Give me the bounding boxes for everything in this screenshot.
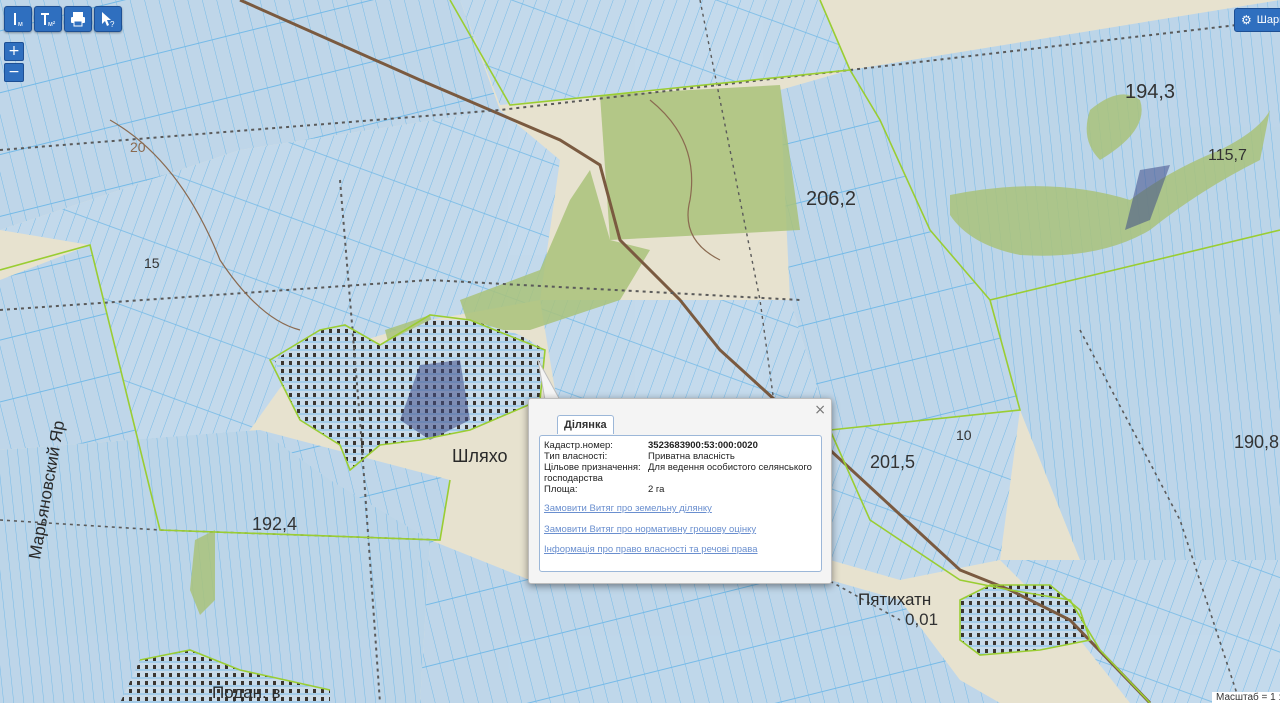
map-canvas[interactable]: 194,3 206,2 115,7 201,5 192,4 190,8 0,01… — [0, 0, 1280, 703]
label-village-1: Шляхо — [452, 446, 508, 466]
info-row: Кадастр.номер: 3523683900:53:000:0020 — [544, 440, 816, 451]
print-icon[interactable] — [64, 6, 92, 32]
measure-line-icon[interactable]: м — [4, 6, 32, 32]
close-icon[interactable]: × — [814, 402, 826, 418]
parcel-info-table: Кадастр.номер: 3523683900:53:000:0020 Ти… — [544, 440, 816, 495]
label-elev-2062: 206,2 — [806, 188, 856, 210]
label-contour-10: 10 — [956, 427, 972, 443]
layers-button-label: Шари — [1256, 14, 1280, 26]
measure-area-icon[interactable]: м² — [34, 6, 62, 32]
order-valuation-link[interactable]: Замовити Витяг про нормативну грошову оц… — [544, 524, 756, 535]
svg-text:?: ? — [110, 20, 115, 28]
info-key: Кадастр.номер: — [544, 440, 613, 451]
parcel-area: 2 га — [648, 484, 665, 495]
zoom-out-button[interactable]: − — [4, 63, 24, 82]
info-key: Площа: — [544, 484, 578, 495]
identify-icon[interactable]: ? — [94, 6, 122, 32]
label-elev-001: 0,01 — [905, 610, 938, 629]
zoom-control: + − — [4, 42, 24, 82]
label-contour-20: 20 — [130, 139, 146, 155]
zoom-in-button[interactable]: + — [4, 42, 24, 61]
order-extract-link[interactable]: Замовити Витяг про земельну ділянку — [544, 503, 712, 514]
label-village-2: Пятихатн — [858, 590, 931, 609]
cadastral-number: 3523683900:53:000:0020 — [648, 440, 758, 451]
tab-parcel[interactable]: Ділянка — [557, 415, 614, 434]
label-village-3: Подан. в — [212, 683, 281, 702]
info-key: Тип власності: — [544, 451, 608, 462]
label-elev-1157: 115,7 — [1208, 147, 1247, 164]
gear-icon: ⚙ — [1241, 13, 1252, 27]
layers-button[interactable]: ⚙ Шари — [1234, 8, 1280, 32]
label-elev-1924: 192,4 — [252, 514, 297, 534]
label-elev-2015: 201,5 — [870, 452, 915, 472]
ownership-info-link[interactable]: Інформація про право власності та речові… — [544, 544, 758, 555]
label-elev-1908: 190,8 — [1234, 432, 1279, 452]
info-row: Цільове призначення: Для ведення особисто… — [544, 462, 816, 484]
info-row: Площа: 2 га — [544, 484, 816, 495]
print-toolbar: ? — [64, 6, 122, 32]
purpose-cell: Цільове призначення: Для ведення особисто… — [544, 462, 816, 484]
popup-content: Кадастр.номер: 3523683900:53:000:0020 Ти… — [539, 435, 822, 572]
svg-text:м: м — [18, 21, 23, 28]
scale-indicator: Масштаб = 1 : — [1212, 692, 1280, 703]
label-elev-1943: 194,3 — [1125, 81, 1175, 103]
parcel-info-popup: × Ділянка Кадастр.номер: 3523683900:53:0… — [528, 398, 832, 584]
measure-toolbar: м м² — [4, 6, 62, 32]
info-row: Тип власності: Приватна власність — [544, 451, 816, 462]
label-contour-15: 15 — [144, 255, 160, 271]
svg-text:м²: м² — [48, 21, 56, 28]
info-key: Цільове призначення: — [544, 462, 641, 473]
ownership-type: Приватна власність — [648, 451, 735, 462]
